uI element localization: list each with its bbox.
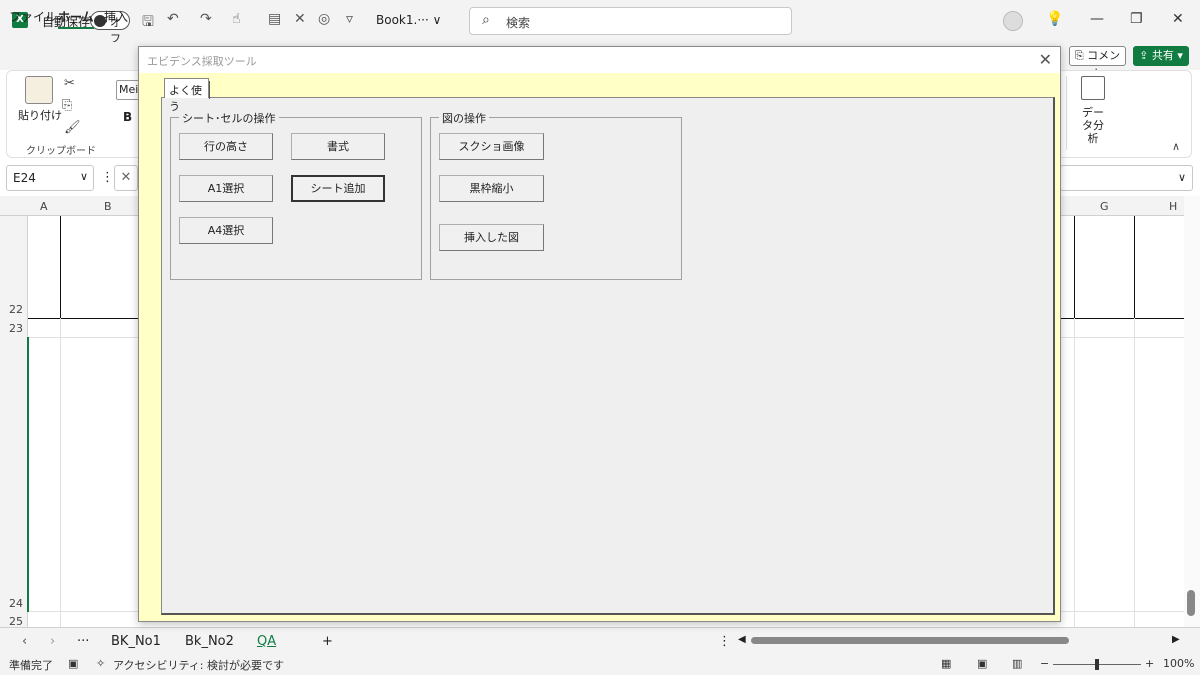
column-header-g[interactable]: G [1100,200,1109,213]
save-icon[interactable]: 🖫 [142,11,154,35]
tab-file[interactable]: ファイル [9,8,57,25]
tab-home[interactable]: ホーム [58,8,94,29]
accessibility-icon[interactable]: ✧ [96,657,105,670]
scroll-right-icon[interactable]: ▶ [1172,634,1180,645]
formula-input[interactable]: ∨ [1060,165,1193,191]
collapse-ribbon-icon[interactable]: ∧ [1172,140,1180,153]
accessibility-status[interactable]: アクセシビリティ: 検討が必要です [113,657,284,673]
search-placeholder: 検索 [506,16,531,30]
data-analysis-icon[interactable] [1081,76,1105,100]
data-analysis-label[interactable]: データ分析 [1081,106,1105,145]
zoom-level[interactable]: 100% [1163,657,1194,670]
minimize-icon[interactable]: — [1090,11,1104,27]
zoom-out-icon[interactable]: − [1040,657,1049,670]
row-header-22[interactable]: 22 [9,303,23,316]
sheet-tab-bk-no2[interactable]: Bk_No2 [185,634,234,649]
sheet-cell-frame-label: シート･セルの操作 [179,110,279,126]
avatar[interactable] [1003,11,1023,31]
select-a1-button[interactable]: A1選択 [179,175,273,202]
chevron-down-icon[interactable]: ∨ [80,170,88,183]
touch-mode-icon[interactable]: ☝ [232,11,241,27]
share-label: 共有 [1151,49,1174,62]
selected-row-indicator [27,337,29,612]
customize-qat-icon[interactable]: ▿ [346,11,353,27]
clipboard-group-label: クリップボード [26,146,96,157]
search-icon: ⌕ [482,12,490,28]
more-options-icon[interactable]: ⋮ [101,170,114,185]
add-sheet-button[interactable]: + [322,634,333,649]
name-box-value: E24 [13,171,36,185]
scroll-left-icon[interactable]: ◀ [738,634,746,645]
vertical-scrollbar[interactable] [1184,196,1200,627]
page-layout-icon[interactable]: ▣ [977,657,987,670]
tab-frequently-used[interactable]: よく使う [164,78,210,113]
row-header-23[interactable]: 23 [9,322,23,335]
bold-button[interactable]: B [123,110,132,124]
paste-icon[interactable] [25,76,53,104]
format-button[interactable]: 書式 [291,133,385,160]
sheet-cell-frame: シート･セルの操作 行の高さ 書式 A1選択 シート追加 A4選択 [170,110,422,280]
print-preview-icon[interactable]: ▤ [268,11,281,27]
figure-frame-label: 図の操作 [439,110,489,126]
search-box[interactable]: ⌕ 検索 [469,7,792,35]
close-x-icon[interactable]: ✕ [294,11,306,27]
row-headers [0,216,28,627]
close-icon[interactable]: ✕ [1172,11,1184,27]
more-options-icon[interactable]: ⋮ [718,634,731,649]
add-sheet-dialog-button[interactable]: シート追加 [291,175,385,202]
row-height-button[interactable]: 行の高さ [179,133,273,160]
horizontal-scroll-thumb[interactable] [751,637,1069,644]
normal-view-icon[interactable]: ▦ [941,657,951,670]
undo-icon[interactable]: ↶ [167,11,179,27]
restore-icon[interactable]: ❐ [1130,11,1143,27]
status-ready: 準備完了 [9,659,53,672]
evidence-tool-dialog: エビデンス採取ツール ✕ シート･セルの操作 行の高さ 書式 A1選択 シート追… [138,46,1061,622]
gridline [1134,318,1135,627]
column-header-a[interactable]: A [40,200,48,213]
macro-record-icon[interactable]: ▣ [68,657,78,670]
column-header-h[interactable]: H [1169,200,1177,213]
dialog-title: エビデンス採取ツール [147,55,257,68]
gridline [60,318,61,627]
row-header-24[interactable]: 24 [9,597,23,610]
cell-border [1134,216,1135,318]
redo-icon[interactable]: ↷ [200,11,212,27]
comment-button[interactable]: ⎘ コメント [1069,46,1126,80]
screenshot-image-button[interactable]: スクショ画像 [439,133,544,160]
cell-border [60,216,61,318]
zoom-slider-knob[interactable] [1095,659,1099,670]
paste-label[interactable]: 貼り付け [18,107,62,123]
copy-icon[interactable]: ⎘ [62,98,72,113]
cut-icon[interactable]: ✂ [64,76,75,91]
gridline [1074,318,1075,627]
font-name-field[interactable]: Meiryo [116,80,140,100]
dialog-title-bar: エビデンス採取ツール ✕ [139,47,1060,73]
zoom-in-icon[interactable]: + [1145,657,1154,670]
dialog-close-icon[interactable]: ✕ [1039,50,1052,69]
lightbulb-icon[interactable]: 💡 [1046,11,1063,27]
cancel-entry-button[interactable]: ✕ [114,165,138,191]
page-break-icon[interactable]: ▥ [1012,657,1022,670]
column-header-b[interactable]: B [104,200,112,213]
cell-border [1074,216,1075,318]
target-icon[interactable]: ◎ [318,11,330,27]
inserted-figure-button[interactable]: 挿入した図 [439,224,544,251]
share-button[interactable]: ⇪ 共有 ▾ [1133,46,1189,66]
next-sheet-icon[interactable]: › [50,634,55,649]
sheet-tab-bk-no1[interactable]: BK_No1 [111,634,161,649]
tab-insert[interactable]: 挿入 [104,8,128,25]
expand-formula-icon[interactable]: ∨ [1178,171,1186,184]
figure-frame: 図の操作 スクショ画像 黒枠縮小 挿入した図 [430,110,682,280]
format-painter-icon[interactable]: 🖌 [64,120,81,135]
select-a4-button[interactable]: A4選択 [179,217,273,244]
shrink-black-border-button[interactable]: 黒枠縮小 [439,175,544,202]
tab-page-panel: シート･セルの操作 行の高さ 書式 A1選択 シート追加 A4選択 図の操作 ス… [161,97,1055,615]
name-box[interactable]: E24 ∨ [6,165,94,191]
more-sheets-button[interactable]: ··· [77,634,89,649]
vertical-scroll-thumb[interactable] [1187,590,1195,616]
prev-sheet-icon[interactable]: ‹ [22,634,27,649]
sheet-tab-qa[interactable]: QA [257,634,276,649]
ribbon-divider [1066,76,1067,150]
book-title[interactable]: Book1.··· ∨ [376,13,441,27]
